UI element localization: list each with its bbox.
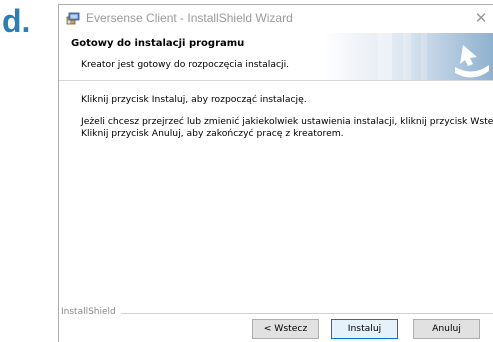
- step-marker: d.: [2, 3, 31, 39]
- instruction-cancel: Kliknij przycisk Anuluj, aby zakończyć p…: [81, 128, 344, 139]
- close-icon[interactable]: ✕: [469, 5, 493, 31]
- installer-window: Eversense Client - InstallShield Wizard …: [58, 4, 493, 342]
- wizard-subheading: Kreator jest gotowy do rozpoczęcia insta…: [81, 59, 290, 70]
- window-title: Eversense Client - InstallShield Wizard: [86, 11, 293, 25]
- cancel-button[interactable]: Anuluj: [413, 319, 480, 339]
- install-button[interactable]: Instaluj: [331, 319, 398, 339]
- installshield-banner-graphic: [323, 33, 493, 80]
- instruction-back: Jeżeli chcesz przejrzeć lub zmienić jaki…: [81, 116, 493, 127]
- installshield-branding: InstallShield: [59, 307, 493, 319]
- instruction-install: Kliknij przycisk Instaluj, aby rozpocząć…: [81, 94, 307, 105]
- branding-divider: [121, 313, 493, 314]
- installshield-label: InstallShield: [61, 307, 120, 317]
- installer-app-icon: [65, 10, 81, 26]
- title-bar: Eversense Client - InstallShield Wizard …: [59, 5, 493, 33]
- wizard-header: Gotowy do instalacji programu Kreator je…: [59, 33, 493, 81]
- back-button[interactable]: < Wstecz: [252, 319, 319, 339]
- wizard-heading: Gotowy do instalacji programu: [71, 38, 245, 49]
